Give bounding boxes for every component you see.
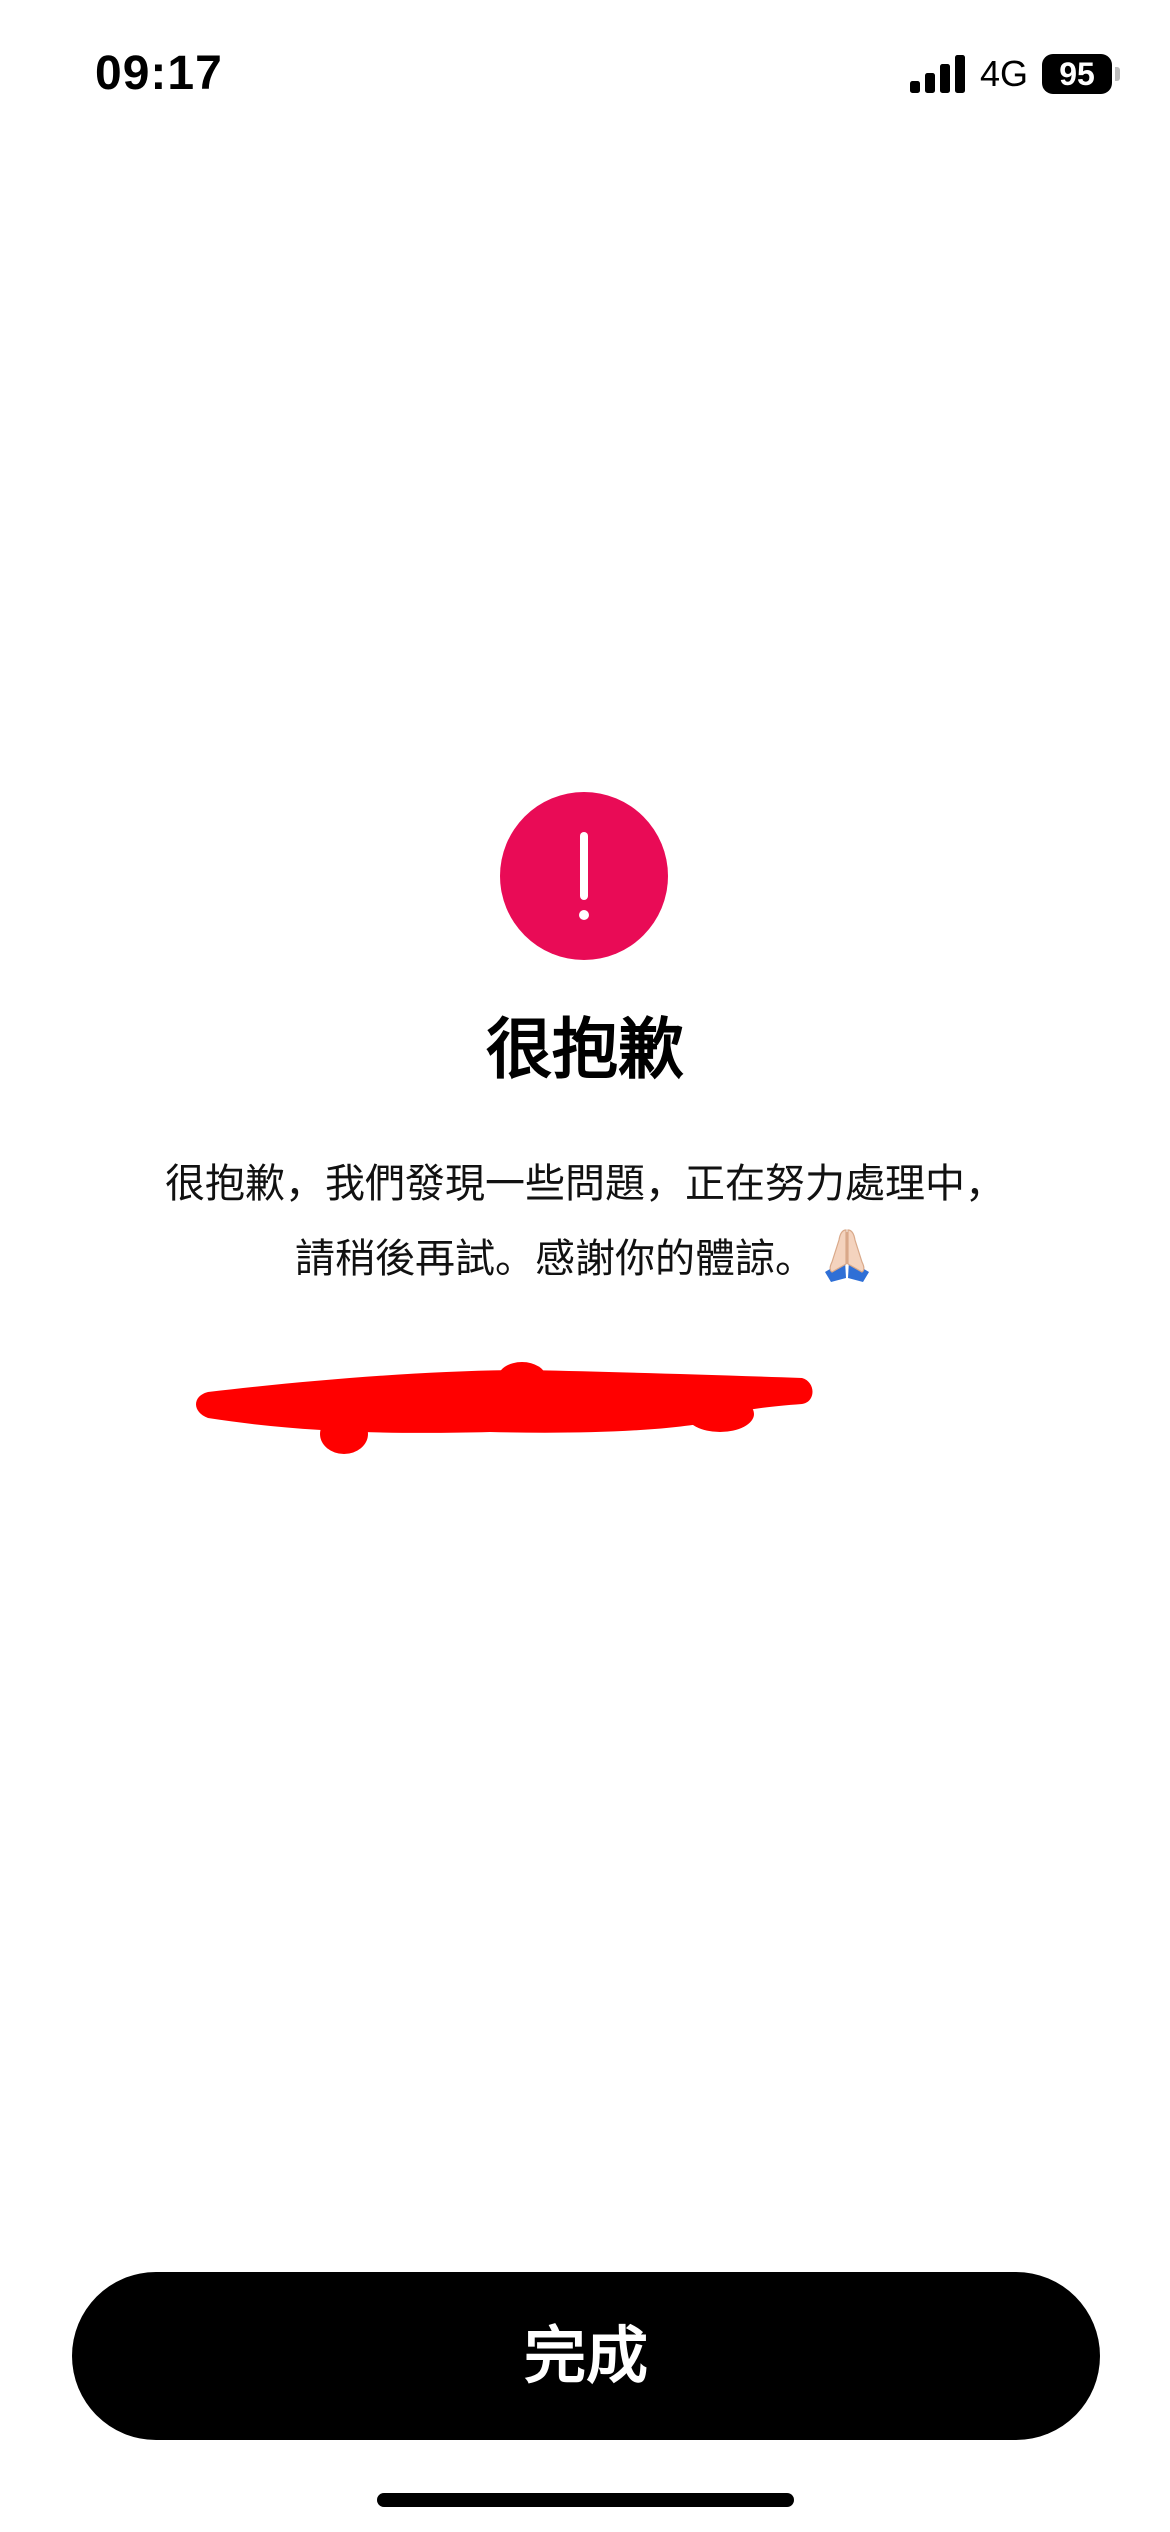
status-time: 09:17 (95, 47, 223, 100)
folded-hands-icon (825, 1229, 869, 1282)
network-type: 4G (979, 53, 1028, 94)
error-title: 很抱歉 (486, 1011, 684, 1088)
home-indicator[interactable] (377, 2493, 794, 2507)
done-button[interactable]: 完成 (72, 2272, 1100, 2440)
error-message-line-2: 請稍後再試。感謝你的體諒。 (0, 1226, 1170, 1289)
error-message-line-2-text: 請稍後再試。感謝你的體諒。 (295, 1236, 815, 1282)
cellular-signal-icon (909, 55, 965, 93)
battery-cap (1115, 67, 1120, 81)
exclamation-bar (580, 832, 588, 900)
error-message-line-1: 很抱歉，我們發現一些問題，正在努力處理中， (165, 1161, 1005, 1207)
redaction-mark (196, 1362, 813, 1454)
battery-icon: 95 (1042, 54, 1120, 94)
exclamation-circle-icon (500, 792, 668, 960)
status-indicators: 4G 95 (909, 52, 1120, 96)
exclamation-dot (579, 910, 589, 920)
battery-level: 95 (1042, 54, 1112, 94)
